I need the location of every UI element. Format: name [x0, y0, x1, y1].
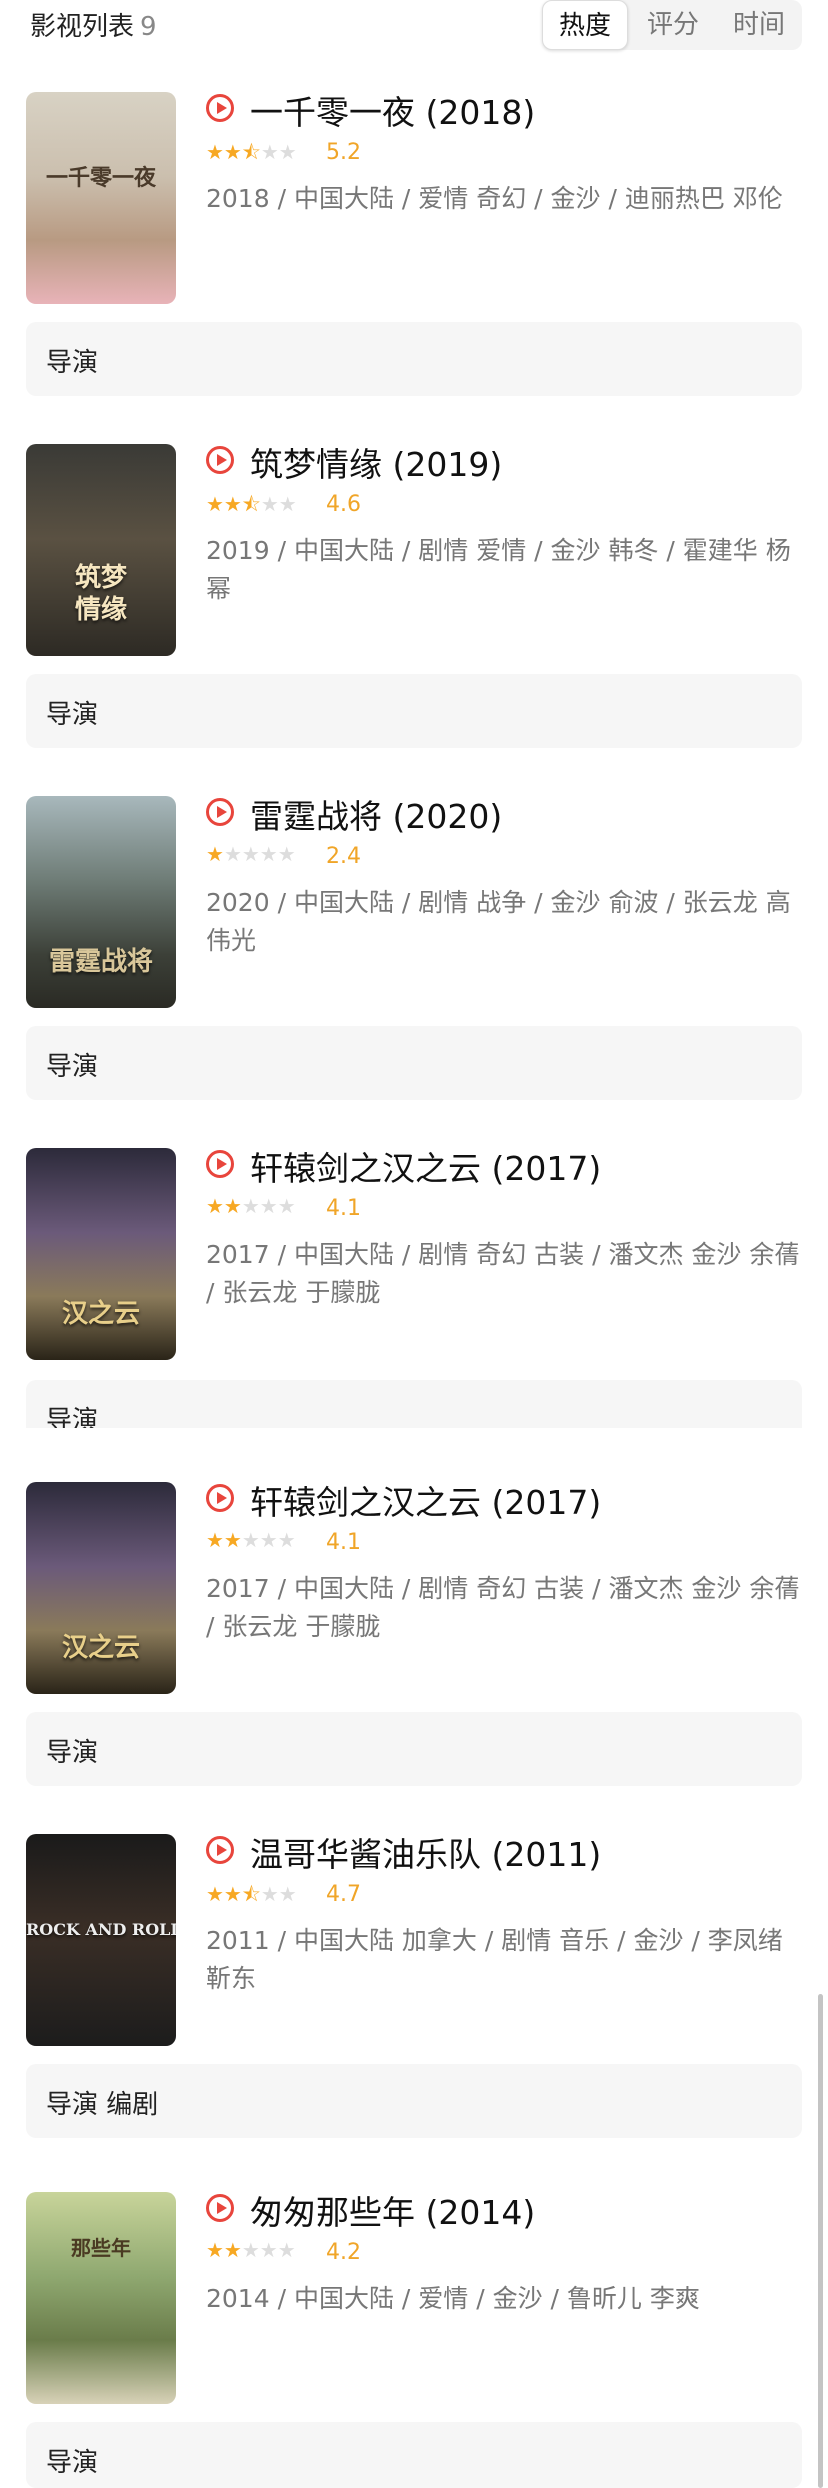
rating-value: 5.2 [326, 140, 361, 165]
credit-box[interactable]: 导演 [26, 1026, 802, 1100]
movie-title[interactable]: 温哥华酱油乐队 (2011) [250, 1828, 601, 1876]
rating-value: 2.4 [326, 844, 361, 869]
movie-poster[interactable]: ROCK AND ROLL [26, 1834, 176, 2046]
sort-tabs: 热度 评分 时间 [542, 0, 802, 50]
poster-caption: 筑梦 情缘 [74, 563, 127, 625]
rating-value: 4.1 [326, 1196, 361, 1221]
list-title-label: 影视列表 [30, 12, 135, 42]
list-header: 影视列表 9 热度 评分 时间 [0, 0, 828, 54]
list-title: 影视列表 9 [30, 6, 157, 43]
credit-text: 导演 [46, 1406, 99, 1428]
sort-tab-time[interactable]: 时间 [716, 0, 802, 50]
credit-box[interactable]: 导演 编剧 [26, 2064, 802, 2138]
play-icon[interactable] [206, 2194, 234, 2222]
credit-text: 导演 [46, 2448, 99, 2478]
movie-poster[interactable]: 汉之云 [26, 1148, 176, 1360]
rating-value: 4.1 [326, 1530, 361, 1555]
movie-meta: 2011 / 中国大陆 加拿大 / 剧情 音乐 / 金沙 / 李凤绪 靳东 [206, 1926, 783, 1993]
credit-text: 导演 [46, 1052, 99, 1082]
credit-box[interactable]: 导演 [26, 1712, 802, 1786]
star-rating: ★★★★★ [206, 1528, 296, 1552]
play-icon[interactable] [206, 1484, 234, 1512]
play-icon[interactable] [206, 1836, 234, 1864]
movie-meta: 2017 / 中国大陆 / 剧情 奇幻 古装 / 潘文杰 金沙 余蒨 / 张云龙… [206, 1240, 800, 1307]
movie-title[interactable]: 轩辕剑之汉之云 (2017) [250, 1142, 601, 1190]
rating-value: 4.2 [326, 2240, 361, 2265]
star-rating: ★★⯪★★ [206, 492, 297, 516]
rating-value: 4.6 [326, 492, 361, 517]
credit-text: 导演 [46, 348, 99, 378]
credit-text: 导演 [46, 700, 99, 730]
movie-meta: 2020 / 中国大陆 / 剧情 战争 / 金沙 俞波 / 张云龙 高伟光 [206, 888, 791, 955]
credit-text: 导演 编剧 [46, 2090, 159, 2120]
poster-caption: 汉之云 [61, 1633, 140, 1663]
list-count: 9 [140, 12, 157, 42]
movie-title[interactable]: 雷霆战将 (2020) [250, 790, 502, 838]
rating-value: 4.7 [326, 1882, 361, 1907]
movie-meta: 2017 / 中国大陆 / 剧情 奇幻 古装 / 潘文杰 金沙 余蒨 / 张云龙… [206, 1574, 800, 1641]
credit-box[interactable]: 导演 [26, 1380, 802, 1428]
star-rating: ★★★★★ [206, 2238, 296, 2262]
movie-title[interactable]: 轩辕剑之汉之云 (2017) [250, 1476, 601, 1524]
star-rating: ★★⯪★★ [206, 140, 297, 164]
poster-caption: ROCK AND ROLL [26, 1920, 176, 1939]
movie-poster[interactable]: 雷霆战将 [26, 796, 176, 1008]
star-rating: ★★★★★ [206, 842, 296, 866]
play-icon[interactable] [206, 1150, 234, 1178]
poster-caption: 雷霆战将 [48, 947, 153, 977]
poster-caption: 一千零一夜 [45, 165, 156, 191]
movie-title[interactable]: 一千零一夜 (2018) [250, 86, 535, 134]
movie-poster[interactable]: 那些年 [26, 2192, 176, 2404]
movie-poster[interactable]: 汉之云 [26, 1482, 176, 1694]
credit-box[interactable]: 导演 [26, 2422, 802, 2488]
poster-caption: 汉之云 [61, 1299, 140, 1329]
play-icon[interactable] [206, 798, 234, 826]
movie-meta: 2019 / 中国大陆 / 剧情 爱情 / 金沙 韩冬 / 霍建华 杨幂 [206, 536, 791, 603]
credit-text: 导演 [46, 1738, 99, 1768]
movie-title[interactable]: 筑梦情缘 (2019) [250, 438, 502, 486]
movie-title[interactable]: 匆匆那些年 (2014) [250, 2186, 535, 2234]
credit-box[interactable]: 导演 [26, 322, 802, 396]
play-icon[interactable] [206, 94, 234, 122]
scrollbar[interactable] [818, 1994, 823, 2488]
movie-meta: 2018 / 中国大陆 / 爱情 奇幻 / 金沙 / 迪丽热巴 邓伦 [206, 184, 783, 213]
sort-tab-rating[interactable]: 评分 [630, 0, 716, 50]
movie-poster[interactable]: 一千零一夜 [26, 92, 176, 304]
movie-meta: 2014 / 中国大陆 / 爱情 / 金沙 / 鲁昕儿 李爽 [206, 2284, 700, 2313]
credit-box[interactable]: 导演 [26, 674, 802, 748]
star-rating: ★★★★★ [206, 1194, 296, 1218]
movie-poster[interactable]: 筑梦 情缘 [26, 444, 176, 656]
play-icon[interactable] [206, 446, 234, 474]
poster-caption: 那些年 [71, 2236, 131, 2260]
star-rating: ★★⯪★★ [206, 1882, 297, 1906]
sort-tab-hot[interactable]: 热度 [542, 0, 628, 50]
